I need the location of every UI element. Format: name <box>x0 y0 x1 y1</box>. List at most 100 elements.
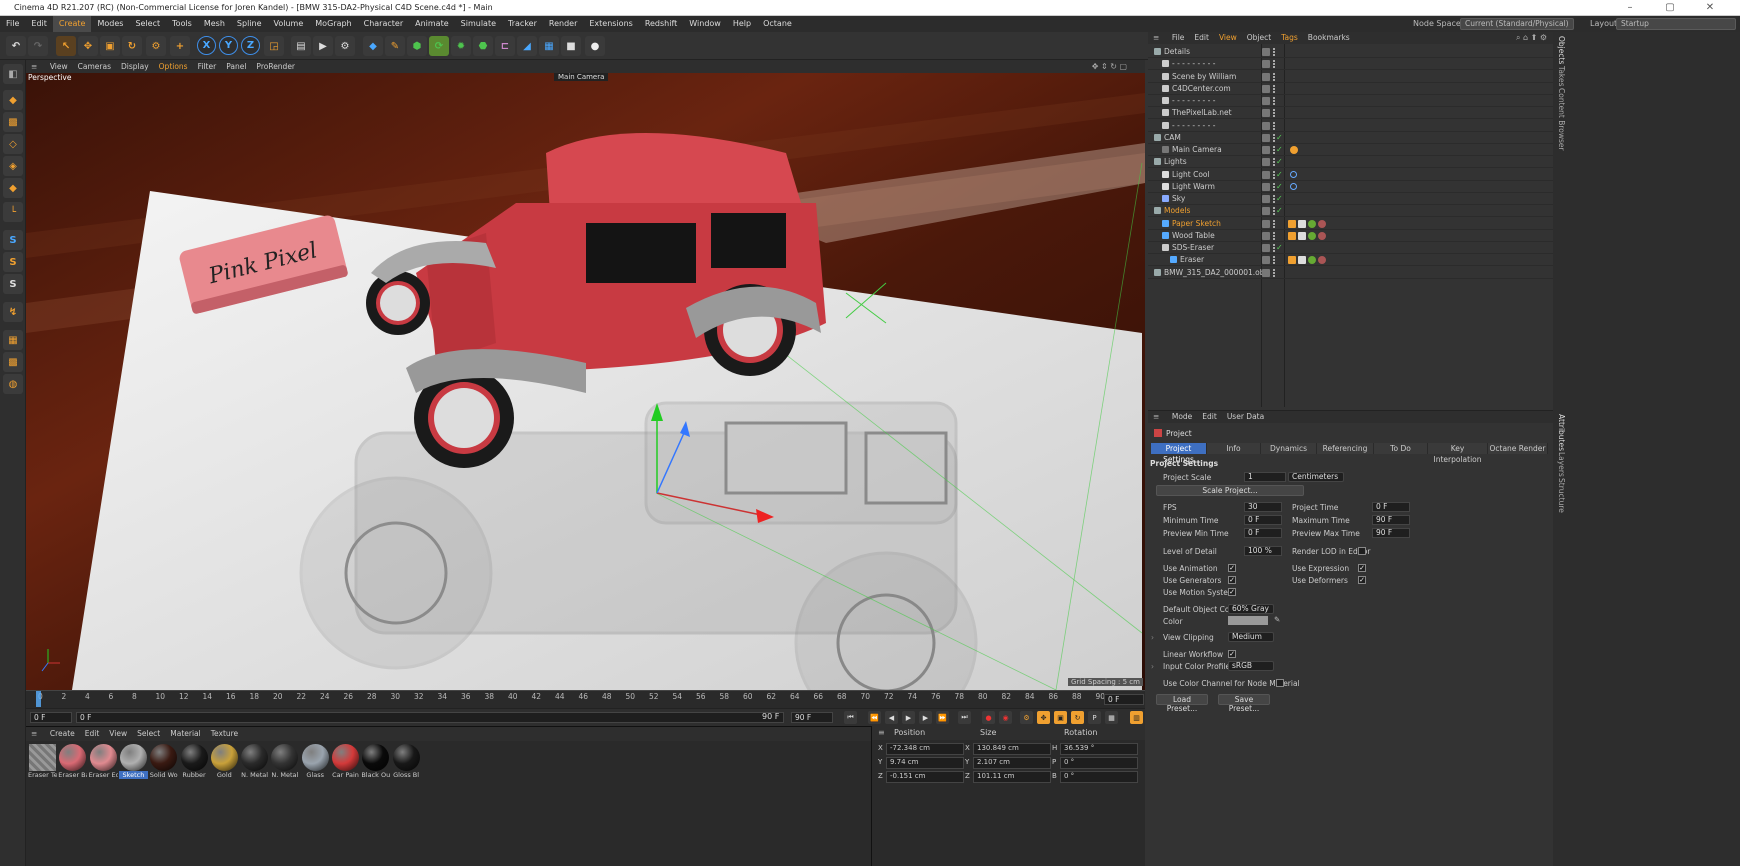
render-region-icon[interactable]: ▤ <box>291 36 311 56</box>
texture-mode-icon[interactable]: ▩ <box>3 112 23 132</box>
use-generators-checkbox[interactable]: ✓ <box>1228 576 1236 584</box>
render-lod-checkbox[interactable] <box>1358 547 1366 555</box>
points-mode-icon[interactable]: ◇ <box>3 134 23 154</box>
node-space-dropdown[interactable]: Current (Standard/Physical) <box>1460 18 1574 30</box>
visibility-toggle[interactable] <box>1262 244 1270 252</box>
workplane-snap-icon[interactable]: S <box>3 274 23 294</box>
menu-character[interactable]: Character <box>358 16 410 32</box>
object-row[interactable]: Details <box>1148 46 1553 58</box>
object-row[interactable]: Wood Table <box>1148 230 1553 242</box>
layout-dropdown[interactable]: Startup <box>1616 18 1736 30</box>
viewport-menu-icon[interactable]: ≡ <box>26 60 42 73</box>
coord-value-field[interactable]: 36.539 ° <box>1060 743 1138 755</box>
coord-value-field[interactable]: -72.348 cm <box>886 743 964 755</box>
default-color-dropdown[interactable]: 60% Gray <box>1228 604 1274 614</box>
object-row[interactable]: CAM ✓ <box>1148 132 1553 144</box>
viewport-menu-panel[interactable]: Panel <box>221 60 251 73</box>
attribute-menu-icon[interactable]: ≡ <box>1148 411 1164 423</box>
visibility-toggle[interactable] <box>1262 97 1270 105</box>
enabled-check-icon[interactable]: ✓ <box>1276 242 1283 254</box>
tag-icon[interactable] <box>1318 256 1326 265</box>
attr-menu-edit[interactable]: Edit <box>1197 411 1222 423</box>
camera-icon[interactable]: ■ <box>561 36 581 56</box>
close-icon[interactable]: ✕ <box>1690 0 1730 16</box>
viewport-menu-display[interactable]: Display <box>116 60 154 73</box>
visibility-toggle[interactable] <box>1262 121 1270 130</box>
camera-tag-icon[interactable] <box>1290 146 1298 154</box>
end-frame-field[interactable]: 90 F <box>791 712 833 723</box>
material-swatch[interactable]: N. Metal <box>240 744 269 784</box>
use-color-channel-checkbox[interactable] <box>1276 679 1284 687</box>
load-preset-button[interactable]: Load Preset... <box>1156 694 1208 713</box>
viewport-menu-prorender[interactable]: ProRender <box>251 60 300 73</box>
menu-help[interactable]: Help <box>727 16 757 32</box>
enabled-check-icon[interactable]: ✓ <box>1276 156 1283 168</box>
menu-spline[interactable]: Spline <box>231 16 268 32</box>
menu-mograph[interactable]: MoGraph <box>309 16 357 32</box>
key-rotation-icon[interactable]: ↻ <box>1071 711 1084 724</box>
material-swatch[interactable]: Glass <box>301 744 330 784</box>
material-swatch[interactable]: Black Ou <box>361 744 390 784</box>
attr-tab-dynamics[interactable]: Dynamics <box>1261 443 1317 454</box>
menu-edit[interactable]: Edit <box>25 16 53 32</box>
save-preset-button[interactable]: Save Preset... <box>1218 694 1270 713</box>
viewport-3d[interactable]: Pink Pixel Perspective Main Camera Grid … <box>26 73 1145 690</box>
object-menu-icon[interactable]: ≡ <box>1148 32 1164 44</box>
project-scale-unit[interactable]: Centimeters <box>1288 472 1344 482</box>
lod-field[interactable]: 100 % <box>1244 546 1282 556</box>
menu-octane[interactable]: Octane <box>757 16 798 32</box>
object-row[interactable]: BMW_315_DA2_000001.obj <box>1148 267 1553 279</box>
viewport-menu-options[interactable]: Options <box>154 60 193 73</box>
select-tool-icon[interactable]: ↖ <box>56 36 76 56</box>
object-search-icons[interactable]: ⌕ ⌂ ⬆ ⚙ <box>1516 32 1547 44</box>
object-row[interactable]: - - - - - - - - - <box>1148 58 1553 71</box>
menu-create[interactable]: Create <box>52 16 92 32</box>
material-menu-select[interactable]: Select <box>132 727 165 741</box>
workplane-icon[interactable]: ▦ <box>3 330 23 350</box>
visibility-toggle[interactable] <box>1262 231 1270 240</box>
object-row[interactable]: Lights ✓ <box>1148 156 1553 169</box>
side-tab-structure[interactable]: Structure <box>1557 478 1566 513</box>
material-menu-texture[interactable]: Texture <box>206 727 243 741</box>
move-tool-icon[interactable]: ✥ <box>78 36 98 56</box>
material-swatch[interactable]: Gloss Bl <box>392 744 421 784</box>
side-tab-attributes[interactable]: Attributes <box>1557 414 1566 451</box>
input-color-profile-dropdown[interactable]: sRGB <box>1228 661 1274 671</box>
tag-icon[interactable] <box>1288 219 1296 228</box>
visibility-toggle[interactable] <box>1262 84 1270 93</box>
object-menu-view[interactable]: View <box>1214 32 1242 44</box>
viewport-menu-cameras[interactable]: Cameras <box>73 60 116 73</box>
menu-file[interactable]: File <box>0 16 25 32</box>
tag-icon[interactable] <box>1298 231 1306 240</box>
axis-mode-icon[interactable]: └ <box>3 202 23 222</box>
material-menu-edit[interactable]: Edit <box>80 727 105 741</box>
camera-label[interactable]: Main Camera <box>554 73 609 81</box>
light-tag-icon[interactable] <box>1290 182 1297 190</box>
x-axis-icon[interactable]: X <box>197 36 216 55</box>
coordinate-system-icon[interactable]: ◲ <box>264 36 284 56</box>
floor-icon[interactable]: ▦ <box>539 36 559 56</box>
color-swatch[interactable] <box>1228 616 1268 625</box>
preview-start-field[interactable]: 0 F <box>76 712 784 723</box>
side-tab-objects[interactable]: Objects <box>1557 36 1566 64</box>
menu-window[interactable]: Window <box>683 16 727 32</box>
recent-tools-icon[interactable]: ⚙ <box>146 36 166 56</box>
coord-value-field[interactable]: -0.151 cm <box>886 771 964 783</box>
pen-icon[interactable]: ✎ <box>385 36 405 56</box>
viewport-menu-filter[interactable]: Filter <box>193 60 222 73</box>
visibility-toggle[interactable] <box>1262 207 1270 216</box>
material-swatch[interactable]: Solid Wo <box>149 744 178 784</box>
light-icon[interactable]: ● <box>585 36 605 56</box>
side-tab-content-browser[interactable]: Content Browser <box>1557 88 1566 151</box>
coords-menu-icon[interactable]: ≡ <box>878 726 885 740</box>
timeline-window-icon[interactable]: ▥ <box>1130 711 1143 724</box>
object-menu-tags[interactable]: Tags <box>1276 32 1303 44</box>
object-row[interactable]: - - - - - - - - - <box>1148 95 1553 107</box>
render-dots[interactable] <box>1273 231 1276 240</box>
mograph-icon[interactable]: ⬣ <box>473 36 493 56</box>
visibility-toggle[interactable] <box>1262 256 1270 265</box>
rotate-tool-icon[interactable]: ↻ <box>122 36 142 56</box>
attr-tab-octane-render[interactable]: Octane Render <box>1488 443 1548 454</box>
use-expression-checkbox[interactable]: ✓ <box>1358 564 1366 572</box>
visibility-toggle[interactable] <box>1262 146 1270 154</box>
